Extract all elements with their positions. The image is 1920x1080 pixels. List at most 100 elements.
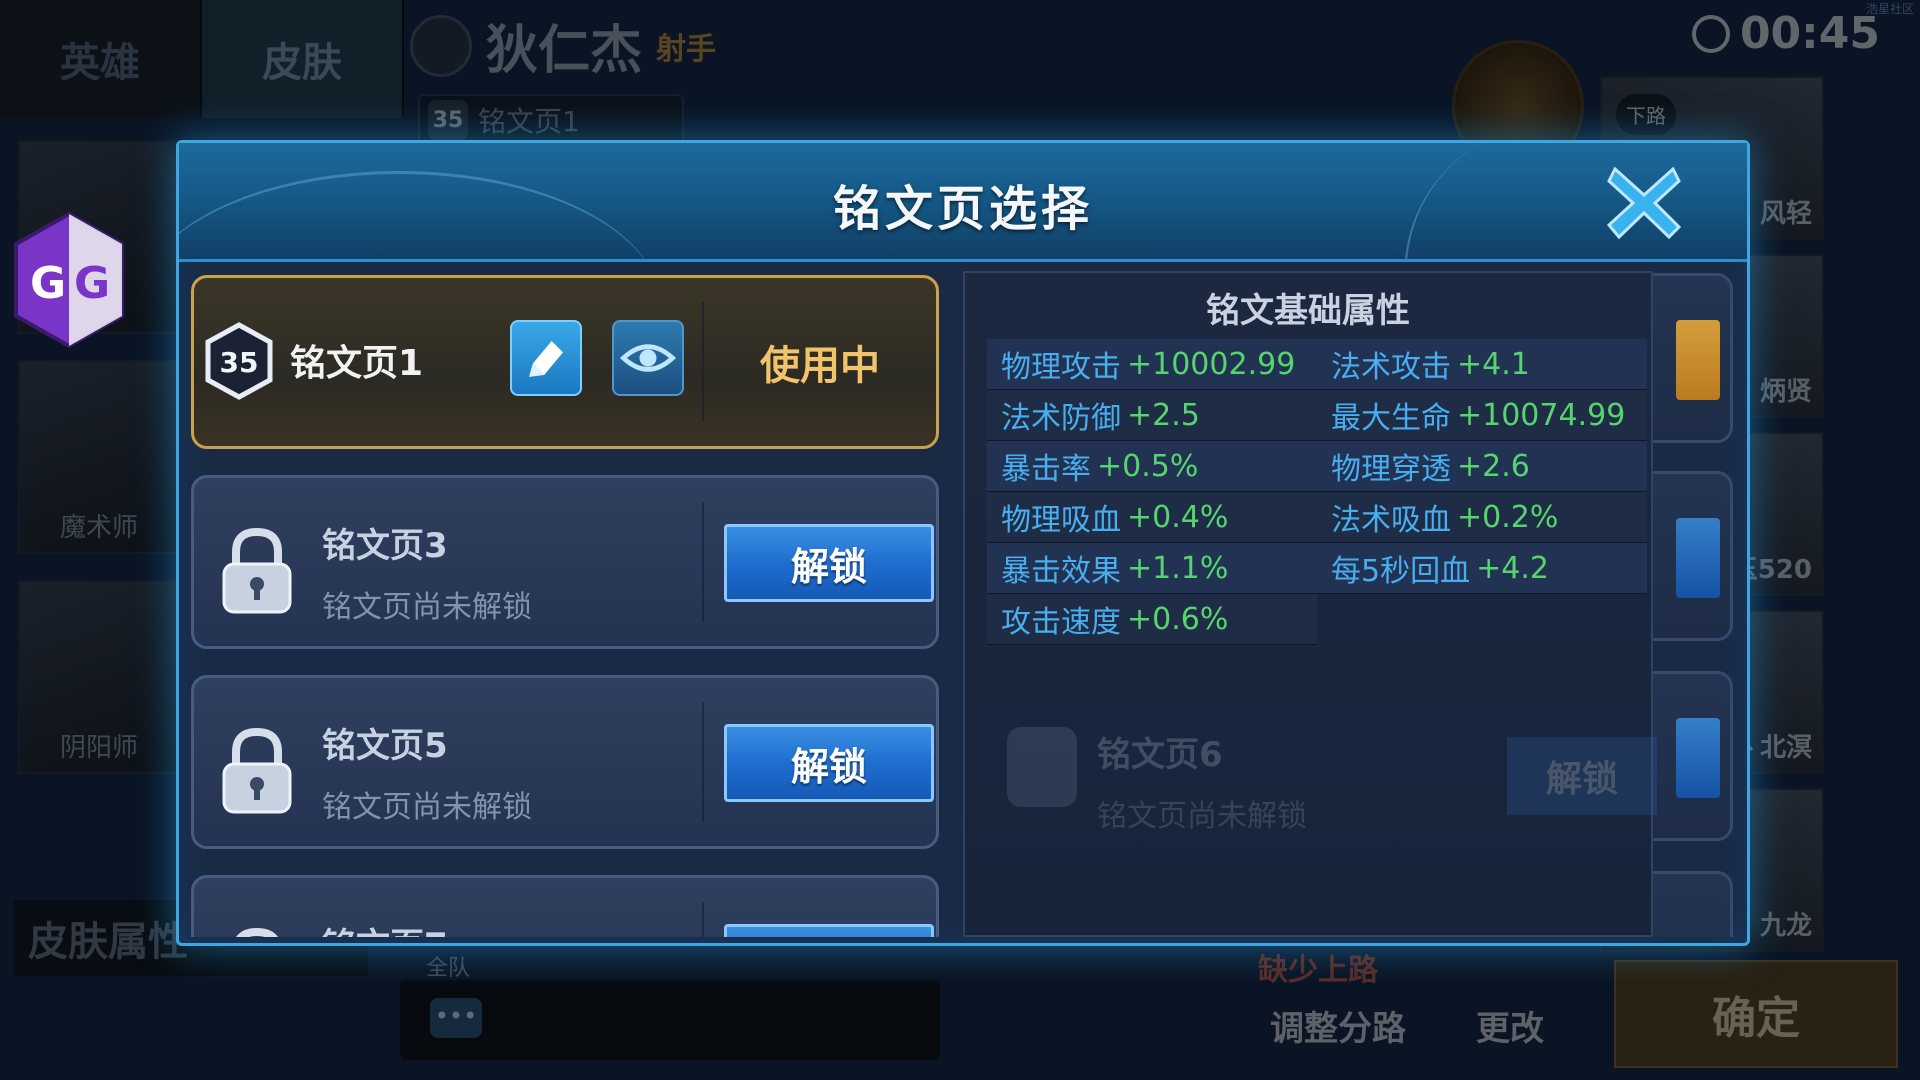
rune-page-name: 铭文页5 (322, 726, 448, 766)
stat-item: 暴击率 +0.5% (987, 441, 1317, 492)
hero-avatar-name: 阴阳师 (59, 733, 138, 763)
unlock-button[interactable]: 解锁 (724, 724, 934, 802)
stat-item: 暴击效果 +1.1% (987, 543, 1317, 594)
card-divider (702, 702, 704, 822)
rune-base-stats-panel: 铭文基础属性 物理攻击 +10002.99 法术攻击 +4.1 法术防御 +2.5 最… (963, 271, 1657, 937)
rune-page-label: 铭文页1 (478, 105, 580, 138)
locked-hint: 铭文页尚未解锁 (322, 790, 532, 825)
rune-page-card-locked: 铭文页5 铭文页尚未解锁 解锁 (191, 675, 939, 849)
hero-avatar[interactable]: 魔术师 (18, 360, 180, 554)
rune-page-selector[interactable]: 35 铭文页1 (418, 94, 684, 146)
clock-icon (1691, 14, 1730, 53)
in-use-status: 使用中 (760, 343, 880, 389)
adjust-lane-button[interactable]: 调整分路 (1238, 990, 1438, 1060)
team-channel-label[interactable]: 全队 (426, 950, 470, 982)
tab-skin[interactable]: 皮肤 (202, 0, 404, 118)
hero-name: 狄仁杰 (486, 21, 643, 81)
stat-item: 最大生命 +10074.99 (1317, 390, 1647, 441)
top-tabs: 英雄 皮肤 (0, 0, 404, 118)
stat-name: 攻击速度 (1001, 605, 1121, 640)
stat-name: 暴击率 (1001, 452, 1091, 487)
ghost-lock-icon (1007, 727, 1077, 807)
ghost-page6-row: 铭文页6 铭文页尚未解锁 解锁 (987, 687, 1657, 857)
unlock-button[interactable]: 解锁 (724, 524, 934, 602)
rune-page-name: 铭文页3 (322, 526, 448, 566)
stat-value: +0.5% (1097, 448, 1199, 484)
confirm-button[interactable]: 确定 (1614, 960, 1898, 1068)
stat-value: +0.6% (1127, 601, 1229, 637)
rune-page-select-dialog: 铭文页选择 35 铭文页1 使用中 铭文页3 铭文页尚未解锁 解锁 铭文页5 铭… (176, 140, 1750, 946)
close-icon[interactable] (1601, 159, 1687, 245)
pencil-icon (529, 341, 563, 377)
dialog-title: 铭文页选择 (832, 181, 1093, 237)
stat-name: 物理穿透 (1331, 452, 1451, 487)
ghost-unlock-button (1676, 718, 1720, 798)
hero-avatar[interactable]: 阴阳师 (18, 580, 180, 774)
change-button[interactable]: 更改 (1460, 990, 1560, 1060)
stats-title: 铭文基础属性 (1206, 291, 1410, 331)
missing-lane-warning: 缺少上路 (1258, 953, 1378, 988)
rune-level-badge: 35 (205, 322, 273, 400)
logo-letter-g2: G (74, 258, 110, 309)
stat-value: +1.1% (1127, 550, 1229, 586)
rune-page-name: 铭文页7 (322, 918, 448, 937)
stats-grid: 物理攻击 +10002.99 法术攻击 +4.1 法术防御 +2.5 最大生命 +100… (987, 339, 1647, 645)
stat-value: +4.2 (1476, 550, 1549, 586)
chat-input-bar[interactable]: ••• (400, 980, 940, 1060)
preview-button[interactable] (612, 320, 684, 396)
stat-value: +0.4% (1127, 499, 1229, 535)
stat-item: 法术攻击 +4.1 (1317, 339, 1647, 390)
hero-role: 射手 (656, 31, 717, 67)
locked-hint: 铭文页尚未解锁 (322, 590, 532, 625)
hero-class-icon (410, 14, 472, 77)
card-divider (702, 902, 704, 937)
stat-value: +0.2% (1457, 499, 1559, 535)
stat-item: 攻击速度 +0.6% (987, 594, 1317, 645)
ghost-unlock-button (1676, 518, 1720, 598)
stat-name: 每5秒回血 (1331, 554, 1471, 589)
ghost-page6-name: 铭文页6 (1097, 735, 1223, 775)
hero-avatar-name: 魔术师 (59, 513, 138, 543)
chat-bubble-icon[interactable]: ••• (430, 998, 482, 1038)
ghost-page6-hint: 铭文页尚未解锁 (1097, 799, 1307, 834)
stat-value: +4.1 (1457, 346, 1530, 382)
hero-header: 狄仁杰 射手 (410, 8, 716, 83)
stat-name: 最大生命 (1331, 401, 1451, 436)
stat-name: 暴击效果 (1001, 554, 1121, 589)
stat-name: 法术吸血 (1331, 503, 1451, 538)
stat-item: 物理吸血 +0.4% (987, 492, 1317, 543)
ghost-page6-unlock: 解锁 (1507, 737, 1657, 815)
card-divider (702, 502, 704, 622)
unlock-button[interactable]: 解锁 (724, 924, 934, 937)
rune-page-card-locked: 铭文页7 解锁 (191, 875, 939, 937)
rename-button[interactable] (510, 320, 582, 396)
player-name: 九龙 (1759, 911, 1812, 941)
stat-name: 法术防御 (1001, 401, 1121, 436)
stat-name: 物理攻击 (1001, 350, 1121, 385)
stat-item: 法术防御 +2.5 (987, 390, 1317, 441)
stat-name: 法术攻击 (1331, 350, 1451, 385)
stat-value: +2.6 (1457, 448, 1530, 484)
stat-name: 物理吸血 (1001, 503, 1121, 538)
ghost-use-button (1676, 320, 1720, 400)
eye-icon (619, 344, 677, 372)
lock-icon (222, 527, 292, 614)
watermark: 浩星社区 (1865, 2, 1914, 16)
timer-value: 00:45 (1739, 8, 1880, 59)
lock-icon (222, 727, 292, 814)
lock-icon (236, 927, 278, 937)
stat-item: 法术吸血 +0.2% (1317, 492, 1647, 543)
tab-hero[interactable]: 英雄 (0, 0, 202, 118)
player-name: 炳贤 (1759, 377, 1812, 407)
rune-level-value: 35 (220, 346, 259, 379)
logo-letter-g1: G (30, 258, 66, 309)
rune-stats-area: 使用 解锁 铭文基础属性 物理攻击+10002.99 法术攻击+4.1 法术防御… (963, 271, 1733, 937)
player-name: 风轻 (1759, 199, 1812, 229)
stat-item: 物理穿透 +2.6 (1317, 441, 1647, 492)
rune-page-card-locked: 铭文页3 铭文页尚未解锁 解锁 (191, 475, 939, 649)
rune-page-card-active[interactable]: 35 铭文页1 使用中 (191, 275, 939, 449)
gg-app-logo-icon[interactable]: G G (10, 210, 128, 350)
stat-value: +10002.99 (1127, 346, 1296, 382)
rune-page-list[interactable]: 35 铭文页1 使用中 铭文页3 铭文页尚未解锁 解锁 铭文页5 铭文页尚未解锁… (191, 275, 943, 937)
lane-tag: 下路 (1616, 94, 1676, 135)
